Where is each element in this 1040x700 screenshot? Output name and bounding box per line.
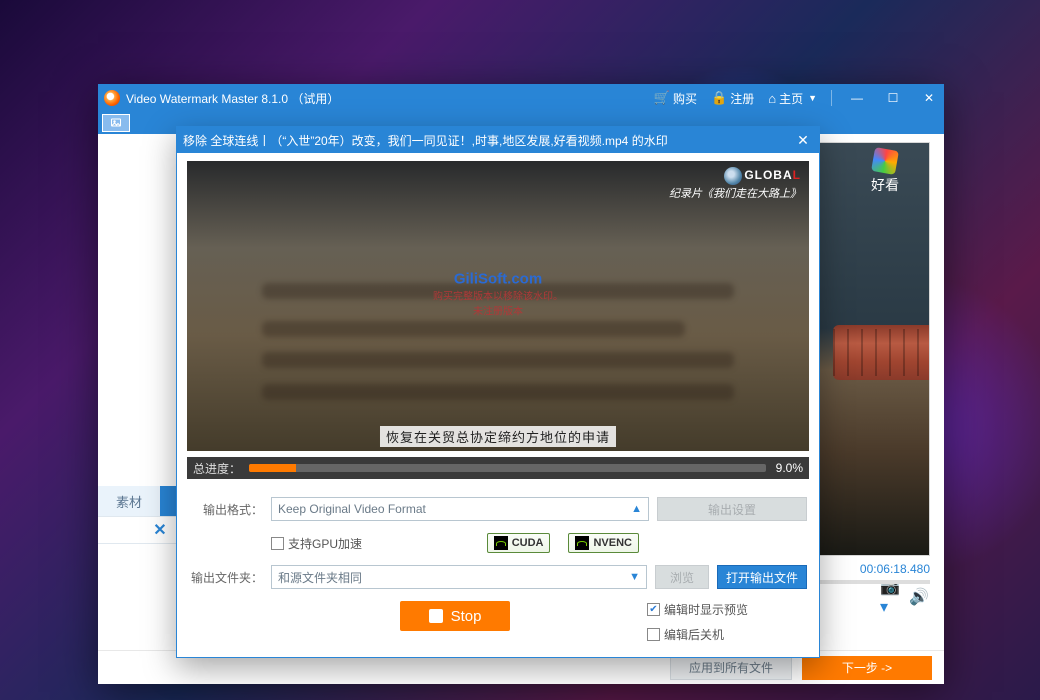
shutdown-checkbox[interactable]: 编辑后关机 (647, 626, 807, 643)
time-total: 00:06:18.480 (860, 562, 930, 576)
remove-x-icon: ✕ (153, 520, 166, 540)
apply-all-button[interactable]: 应用到所有文件 (670, 656, 792, 680)
home-button[interactable]: ⌂主页▼ (768, 90, 817, 107)
folder-combo[interactable]: 和源文件夹相同▼ (271, 565, 647, 589)
nvidia-icon (496, 541, 506, 546)
image-icon (110, 117, 122, 129)
cart-icon: 🛒 (654, 90, 670, 106)
globe-icon (724, 167, 742, 185)
lock-icon: 🔒 (711, 90, 727, 106)
haokan-logo-icon (871, 147, 899, 175)
home-icon: ⌂ (768, 91, 776, 106)
progress-label: 总进度： (193, 460, 241, 477)
format-label: 输出格式： (189, 501, 263, 518)
dialog-close-button[interactable]: ✕ (793, 132, 813, 149)
nvidia-icon (577, 541, 587, 546)
preview-checkbox[interactable]: ✔编辑时显示预览 (647, 601, 807, 618)
haokan-watermark: 好看 (849, 149, 921, 195)
register-button[interactable]: 🔒注册 (711, 90, 754, 107)
format-combo[interactable]: Keep Original Video Format▲ (271, 497, 649, 521)
next-button[interactable]: 下一步 -> (802, 656, 932, 680)
chevron-down-icon: ▼ (808, 93, 817, 103)
export-dialog: 移除 全球连线丨（“入世”20年）改变，我们一同见证！,时事,地区发展,好看视频… (176, 126, 820, 658)
dialog-title: 移除 全球连线丨（“入世”20年）改变，我们一同见证！,时事,地区发展,好看视频… (183, 132, 793, 149)
browse-button: 浏览 (655, 565, 709, 589)
progress-bar (249, 464, 766, 472)
file-thumb[interactable] (102, 114, 130, 132)
snapshot-button[interactable]: 📷▾ (880, 588, 902, 606)
titlebar[interactable]: Video Watermark Master 8.1.0 （试用） 🛒购买 🔒注… (98, 84, 944, 112)
output-settings-button: 输出设置 (657, 497, 807, 521)
dialog-preview: GLOBAL 纪录片《我们走在大路上》 GiliSoft.com 购买完整版本以… (187, 161, 809, 451)
stop-button[interactable]: Stop (400, 601, 510, 631)
gpu-checkbox[interactable]: 支持GPU加速 (271, 535, 362, 552)
chevron-up-icon: ▲ (631, 503, 642, 515)
folder-label: 输出文件夹： (189, 569, 263, 586)
progress-percent: 9.0% (776, 461, 803, 475)
cuda-badge: CUDA (487, 533, 551, 553)
volume-button[interactable]: 🔊 (908, 588, 930, 606)
tab-material[interactable]: 素材 (98, 486, 160, 516)
subtitle-caption: 恢复在关贸总协定缔约方地位的申请 (380, 426, 616, 447)
app-icon (104, 90, 120, 106)
wood-object (833, 325, 929, 380)
maximize-button[interactable]: ☐ (882, 87, 904, 109)
progress-row: 总进度： 9.0% (187, 457, 809, 479)
close-button[interactable]: ✕ (918, 87, 940, 109)
open-folder-button[interactable]: 打开输出文件 (717, 565, 807, 589)
dialog-titlebar[interactable]: 移除 全球连线丨（“入世”20年）改变，我们一同见证！,时事,地区发展,好看视频… (177, 127, 819, 153)
stop-icon (429, 609, 443, 623)
minimize-button[interactable]: — (846, 87, 868, 109)
buy-button[interactable]: 🛒购买 (654, 90, 697, 107)
nvenc-badge: NVENC (568, 533, 639, 553)
global-watermark: GLOBAL 纪录片《我们走在大路上》 (669, 167, 801, 201)
trial-watermark: GiliSoft.com 购买完整版本以移除该水印。 未注册版本 (433, 271, 563, 318)
chevron-down-icon: ▼ (629, 571, 640, 583)
app-title: Video Watermark Master 8.1.0 （试用） (126, 90, 654, 107)
